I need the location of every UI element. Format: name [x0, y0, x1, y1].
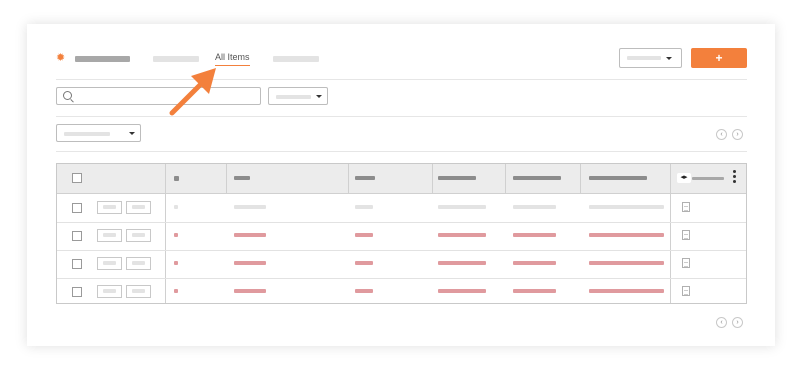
cell-number: [174, 261, 178, 265]
column-divider: [348, 164, 349, 193]
column-header-3[interactable]: [355, 176, 375, 180]
pdf-icon[interactable]: [682, 230, 690, 240]
cell: [234, 261, 266, 265]
button-label: [103, 289, 116, 293]
chevron-right-icon[interactable]: ›: [732, 129, 743, 140]
project-title-placeholder: [75, 56, 130, 62]
cell-number: [174, 205, 178, 209]
chevron-right-icon[interactable]: ›: [732, 317, 743, 328]
search-input[interactable]: [56, 87, 261, 105]
button-label: [103, 205, 116, 209]
cell: [513, 205, 556, 209]
tab-placeholder-3[interactable]: [273, 56, 319, 62]
button-label: [132, 233, 145, 237]
column-header-7: [692, 177, 724, 180]
button-label: [132, 205, 145, 209]
pdf-icon[interactable]: [682, 202, 690, 212]
export-dropdown-label: [627, 56, 661, 60]
export-dropdown[interactable]: [619, 48, 682, 68]
row-action-button[interactable]: [97, 201, 122, 214]
chevron-down-icon: [129, 132, 135, 135]
chevron-left-icon[interactable]: ‹: [716, 317, 727, 328]
row-action-button[interactable]: [126, 201, 151, 214]
row-checkbox[interactable]: [72, 231, 82, 241]
select-all-checkbox[interactable]: [72, 173, 82, 183]
cell: [513, 233, 556, 237]
column-header-number[interactable]: [174, 176, 179, 181]
button-label: [103, 261, 116, 265]
cell: [438, 261, 486, 265]
view-dropdown[interactable]: [56, 124, 141, 142]
cell: [513, 289, 556, 293]
gear-icon[interactable]: ✹: [56, 53, 67, 64]
chevron-left-icon[interactable]: ‹: [716, 129, 727, 140]
button-label: [132, 261, 145, 265]
cell: [589, 289, 664, 293]
cell: [438, 289, 486, 293]
cell: [355, 289, 373, 293]
row-checkbox[interactable]: [72, 287, 82, 297]
cell: [438, 205, 486, 209]
table-row[interactable]: [57, 278, 746, 306]
tab-placeholder-1[interactable]: [153, 56, 199, 62]
pdf-icon[interactable]: [682, 286, 690, 296]
resize-arrows-icon[interactable]: ◂▸: [677, 173, 691, 183]
cell: [355, 261, 373, 265]
table-row[interactable]: [57, 194, 746, 223]
cell: [355, 233, 373, 237]
row-action-button[interactable]: [97, 229, 122, 242]
column-header-4[interactable]: [438, 176, 476, 180]
cell: [234, 289, 266, 293]
row-action-button[interactable]: [126, 285, 151, 298]
kebab-menu-icon[interactable]: [733, 170, 736, 185]
divider: [56, 79, 747, 80]
row-action-button[interactable]: [97, 285, 122, 298]
column-divider: [580, 164, 581, 193]
row-checkbox[interactable]: [72, 259, 82, 269]
cell-number: [174, 233, 178, 237]
button-label: [132, 289, 145, 293]
table-header: ◂▸: [57, 164, 746, 194]
cell: [589, 205, 664, 209]
table-row[interactable]: [57, 222, 746, 251]
cell: [589, 233, 664, 237]
chevron-down-icon: [316, 95, 322, 98]
cell: [589, 261, 664, 265]
column-divider: [432, 164, 433, 193]
column-header-5[interactable]: [513, 176, 561, 180]
cell: [513, 261, 556, 265]
add-button[interactable]: +: [691, 48, 747, 68]
row-action-button[interactable]: [126, 257, 151, 270]
pdf-icon[interactable]: [682, 258, 690, 268]
row-action-button[interactable]: [97, 257, 122, 270]
row-action-button[interactable]: [126, 229, 151, 242]
search-icon: [63, 91, 72, 100]
divider: [56, 151, 747, 152]
column-header-2[interactable]: [234, 176, 250, 180]
cell-number: [174, 289, 178, 293]
cell: [234, 205, 266, 209]
cell: [438, 233, 486, 237]
table-row[interactable]: [57, 250, 746, 279]
column-divider: [226, 164, 227, 193]
filter-dropdown[interactable]: [268, 87, 328, 105]
cell: [234, 233, 266, 237]
button-label: [103, 233, 116, 237]
column-divider: [505, 164, 506, 193]
view-dropdown-label: [64, 132, 110, 136]
tab-all-items[interactable]: All Items: [215, 52, 250, 66]
cell: [355, 205, 373, 209]
items-table: ◂▸: [56, 163, 747, 304]
row-checkbox[interactable]: [72, 203, 82, 213]
filter-dropdown-label: [276, 95, 311, 99]
chevron-down-icon: [666, 57, 672, 60]
column-header-6[interactable]: [589, 176, 647, 180]
divider: [56, 116, 747, 117]
